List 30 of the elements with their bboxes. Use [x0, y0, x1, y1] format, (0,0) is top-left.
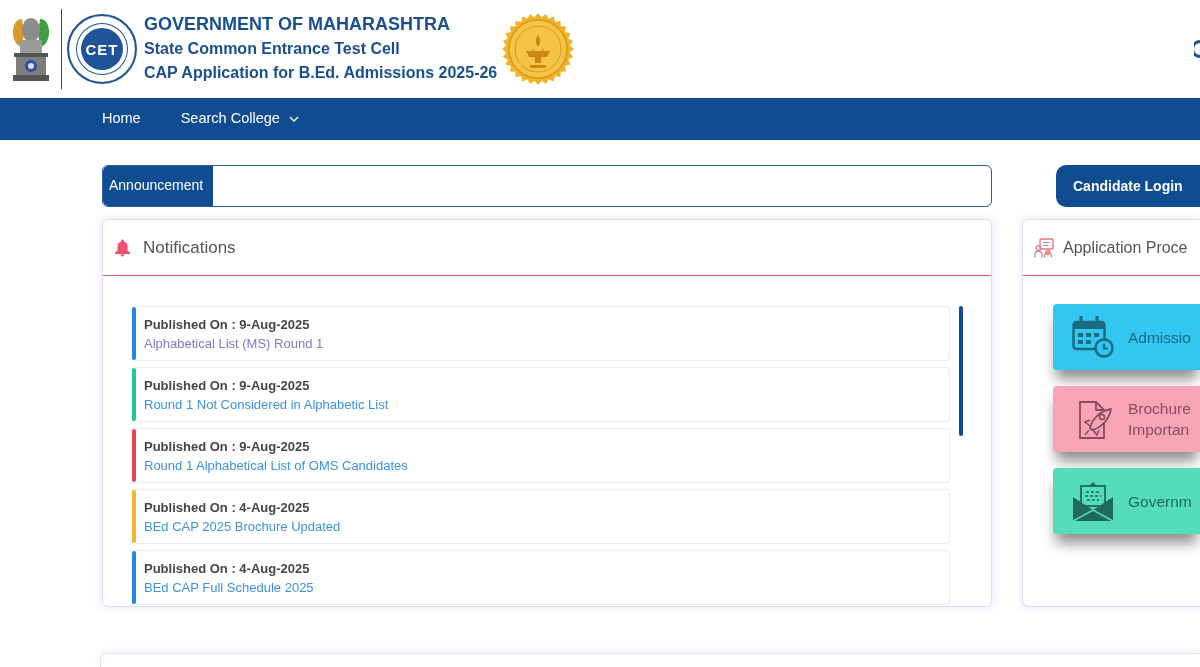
published-date: Published On : 9-Aug-2025	[144, 377, 311, 395]
published-date: Published On : 4-Aug-2025	[144, 560, 311, 578]
notification-link[interactable]: BEd CAP Full Schedule 2025	[144, 580, 314, 595]
notification-link[interactable]: Round 1 Not Considered in Alphabetic List	[144, 397, 389, 412]
notification-link[interactable]: Alphabetical List (MS) Round 1	[144, 336, 324, 351]
notification-link[interactable]: BEd CAP 2025 Brochure Updated	[144, 519, 341, 534]
published-date: Published On : 4-Aug-2025	[144, 499, 311, 517]
process-tile[interactable]: Admissio	[1053, 304, 1200, 370]
dropdown-toggle[interactable]: Search College	[160, 98, 319, 140]
announcement-label: Announcement	[103, 166, 213, 206]
site-tagline: CAP Application for B.Ed. Admissions 2025-26	[144, 63, 498, 84]
envelope-letter-icon	[1072, 480, 1114, 522]
panel-title: Application Proce	[1063, 237, 1188, 258]
nav-link[interactable]: Home	[82, 98, 161, 140]
site-title: GOVERNMENT OF MAHARASHTRA	[144, 13, 451, 37]
process-tile[interactable]: Governm	[1053, 468, 1200, 534]
logo-text: CET	[85, 41, 119, 57]
notification-link[interactable]: Round 1 Alphabetical List of OMS Candidates	[144, 458, 408, 473]
presentation-icon	[1034, 237, 1054, 258]
candidate-login-button[interactable]: Candidate Login	[1056, 165, 1200, 207]
seal-icon	[502, 13, 575, 85]
published-date: Published On : 9-Aug-2025	[144, 438, 311, 456]
bell-icon	[114, 238, 131, 257]
scrollbar-thumb[interactable]	[959, 306, 963, 436]
published-date: Published On : 9-Aug-2025	[144, 316, 311, 334]
process-tile[interactable]: Brochure Importan	[1053, 386, 1200, 452]
site-subtitle: State Common Entrance Test Cell	[144, 38, 401, 59]
chevron-down-icon	[288, 116, 299, 122]
panel-title: Notifications	[143, 236, 236, 259]
calendar-clock-icon	[1072, 316, 1114, 358]
